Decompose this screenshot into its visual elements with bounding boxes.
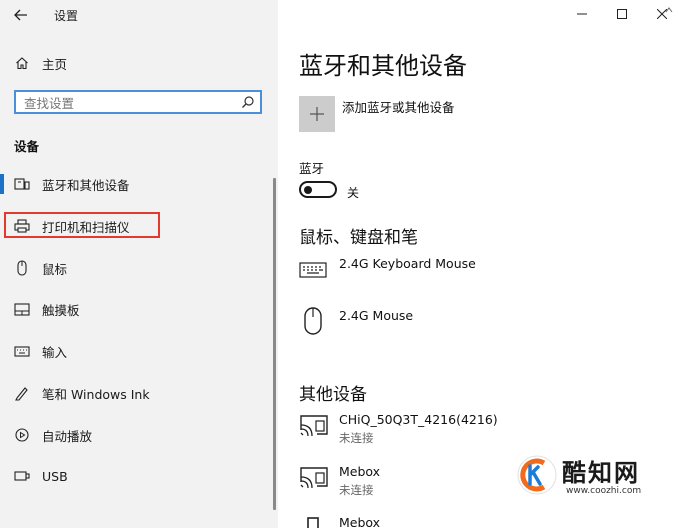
sidebar-scrollbar[interactable]: [273, 178, 276, 510]
keyboard-icon: [14, 343, 30, 359]
watermark: 酷知网 www.coozhi.com: [516, 452, 666, 508]
sidebar-item-home[interactable]: 主页: [0, 48, 278, 78]
mouse-icon: [14, 260, 30, 276]
plus-icon: [310, 107, 324, 121]
cast-display-icon: [299, 466, 329, 490]
bluetooth-state-label: 关: [347, 186, 360, 200]
sidebar-item-label: 输入: [42, 344, 68, 360]
cast-display-icon: [299, 414, 329, 438]
close-button[interactable]: [642, 0, 682, 28]
search-box: [14, 90, 262, 114]
settings-window: 设置 主页 设备: [0, 0, 682, 528]
sidebar: 设置 主页 设备: [0, 0, 278, 528]
sidebar-item-label: 蓝牙和其他设备: [42, 177, 130, 193]
sidebar-item-pen[interactable]: 笔和 Windows Ink: [0, 378, 278, 408]
search-icon[interactable]: [241, 95, 255, 109]
device-name[interactable]: CHiQ_50Q3T_4216(4216): [339, 412, 498, 427]
autoplay-icon: [14, 427, 30, 443]
printer-icon: [14, 218, 30, 234]
search-input[interactable]: [22, 93, 226, 113]
home-icon: [14, 55, 30, 71]
sidebar-item-label: USB: [42, 468, 68, 484]
mouse-icon: [303, 306, 323, 336]
titlebar-left: 设置: [0, 0, 278, 30]
main-content: 蓝牙和其他设备 添加蓝牙或其他设备 蓝牙 关 鼠标、键盘和笔 2.4G Keyb…: [278, 0, 682, 528]
sidebar-item-printers[interactable]: 打印机和扫描仪: [0, 211, 278, 241]
watermark-url: www.coozhi.com: [566, 486, 642, 496]
pen-icon: [14, 385, 30, 401]
usb-icon: [14, 468, 30, 484]
input-devices-heading: 鼠标、键盘和笔: [299, 228, 418, 248]
sidebar-item-label: 触摸板: [42, 302, 80, 318]
back-button[interactable]: [10, 4, 32, 26]
watermark-text: 酷知网: [562, 459, 640, 487]
touchpad-icon: [14, 301, 30, 317]
bluetooth-label: 蓝牙: [299, 161, 325, 176]
sidebar-item-label: 主页: [42, 56, 68, 72]
maximize-button[interactable]: [602, 0, 642, 28]
sidebar-item-label: 打印机和扫描仪: [42, 219, 130, 235]
bluetooth-toggle[interactable]: [299, 181, 337, 198]
sidebar-item-label: 笔和 Windows Ink: [42, 386, 150, 402]
toggle-knob: [304, 185, 312, 194]
sidebar-item-label: 鼠标: [42, 261, 68, 277]
device-name[interactable]: 2.4G Mouse: [339, 308, 413, 323]
sidebar-item-bluetooth[interactable]: 蓝牙和其他设备: [0, 169, 278, 199]
add-device-label[interactable]: 添加蓝牙或其他设备: [342, 97, 455, 116]
media-device-icon: [306, 516, 320, 528]
add-device-button[interactable]: [299, 96, 335, 132]
bluetooth-devices-icon: [14, 176, 30, 192]
device-name[interactable]: Mebox: [339, 464, 380, 479]
sidebar-item-typing[interactable]: 输入: [0, 336, 278, 366]
sidebar-item-mouse[interactable]: 鼠标: [0, 253, 278, 283]
main-scrollbar[interactable]: [663, 0, 675, 528]
device-name[interactable]: Mebox: [339, 515, 380, 528]
device-status: 未连接: [339, 483, 374, 497]
maximize-icon: [617, 9, 627, 19]
sidebar-item-touchpad[interactable]: 触摸板: [0, 294, 278, 324]
page-title: 蓝牙和其他设备: [299, 52, 467, 80]
device-name[interactable]: 2.4G Keyboard Mouse: [339, 256, 476, 271]
back-arrow-icon: [14, 9, 27, 21]
minimize-icon: [577, 13, 587, 15]
app-title: 设置: [54, 9, 79, 23]
keyboard-icon: [299, 262, 327, 278]
section-title: 设备: [14, 139, 40, 154]
sidebar-item-usb[interactable]: USB: [0, 461, 278, 491]
minimize-button[interactable]: [562, 0, 602, 28]
sidebar-item-label: 自动播放: [42, 428, 93, 444]
other-devices-heading: 其他设备: [299, 385, 367, 405]
device-status: 未连接: [339, 431, 374, 445]
sidebar-item-autoplay[interactable]: 自动播放: [0, 420, 278, 450]
watermark-logo-icon: [517, 455, 557, 495]
